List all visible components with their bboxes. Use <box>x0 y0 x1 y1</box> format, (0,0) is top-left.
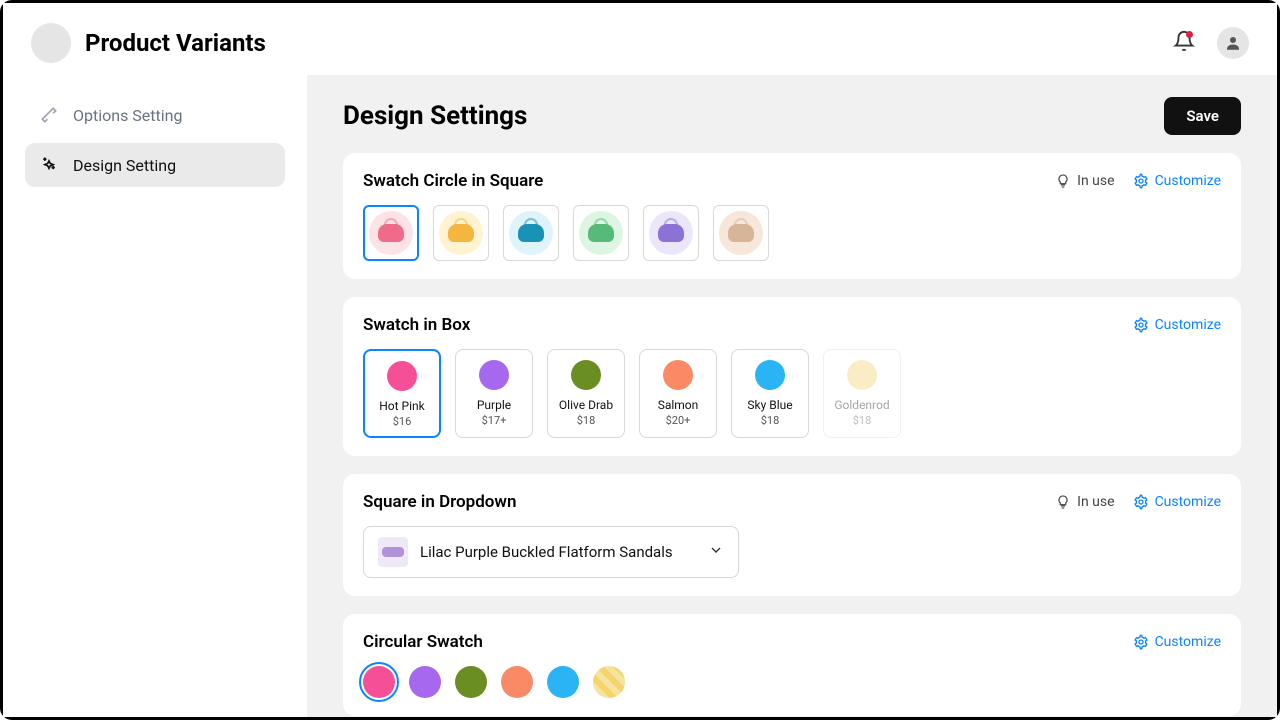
swatch-box[interactable]: Sky Blue $18 <box>731 349 809 438</box>
customize-link[interactable]: Customize <box>1133 494 1221 510</box>
sidebar-item-label: Options Setting <box>73 106 182 125</box>
swatch-tile[interactable] <box>503 205 559 261</box>
circular-swatch[interactable] <box>547 666 579 698</box>
user-icon <box>1224 34 1242 52</box>
circular-swatch[interactable] <box>593 666 625 698</box>
swatch-name: Hot Pink <box>379 399 425 413</box>
swatch-tile[interactable] <box>713 205 769 261</box>
swatch-box[interactable]: Olive Drab $18 <box>547 349 625 438</box>
save-button[interactable]: Save <box>1164 97 1241 135</box>
gear-icon <box>1133 494 1149 510</box>
topbar-actions <box>1173 27 1249 59</box>
section-title: Square in Dropdown <box>363 492 516 512</box>
dropdown-selected: Lilac Purple Buckled Flatform Sandals <box>420 543 673 561</box>
customize-link[interactable]: Customize <box>1133 173 1221 189</box>
in-use-indicator: In use <box>1055 494 1114 510</box>
swatch-price: $17+ <box>482 414 507 427</box>
brand-logo <box>31 23 71 63</box>
swatch-price: $18 <box>577 414 596 427</box>
color-dot <box>755 360 785 390</box>
swatch-box[interactable]: Salmon $20+ <box>639 349 717 438</box>
section-swatch-circle-square: Swatch Circle in Square In use Customize <box>343 153 1241 279</box>
swatch-name: Sky Blue <box>747 398 792 412</box>
swatch-price: $18 <box>853 414 872 427</box>
swatch-tile[interactable] <box>643 205 699 261</box>
gear-icon <box>1133 317 1149 333</box>
top-bar: Product Variants <box>3 3 1277 75</box>
swatch-price: $18 <box>761 414 780 427</box>
sidebar: Options Setting Design Setting <box>3 75 307 717</box>
notifications-button[interactable] <box>1173 30 1195 56</box>
section-title: Swatch Circle in Square <box>363 171 543 191</box>
dropdown-thumbnail <box>378 537 408 567</box>
swatch-box[interactable]: Goldenrod $18 <box>823 349 901 438</box>
sidebar-item-design-setting[interactable]: Design Setting <box>25 143 285 187</box>
gear-icon <box>1133 173 1149 189</box>
circular-swatch[interactable] <box>455 666 487 698</box>
sparkles-icon <box>39 155 59 175</box>
color-dot <box>571 360 601 390</box>
circular-swatch[interactable] <box>409 666 441 698</box>
section-circular-swatch: Circular Swatch Customize <box>343 614 1241 716</box>
swatch-name: Purple <box>477 398 511 412</box>
swatch-name: Olive Drab <box>559 398 613 412</box>
section-title: Circular Swatch <box>363 632 483 652</box>
customize-link[interactable]: Customize <box>1133 634 1221 650</box>
customize-link[interactable]: Customize <box>1133 317 1221 333</box>
circular-swatch[interactable] <box>363 666 395 698</box>
color-dot <box>847 360 877 390</box>
swatch-name: Goldenrod <box>834 398 889 412</box>
variant-dropdown[interactable]: Lilac Purple Buckled Flatform Sandals <box>363 526 739 578</box>
notification-badge <box>1186 31 1193 38</box>
page-header: Design Settings Save <box>343 97 1241 135</box>
page-title: Design Settings <box>343 101 527 131</box>
gear-icon <box>1133 634 1149 650</box>
color-dot <box>387 361 417 391</box>
swatch-box[interactable]: Purple $17+ <box>455 349 533 438</box>
lightbulb-icon <box>1055 494 1071 510</box>
chevron-down-icon <box>708 542 724 562</box>
main-content: Design Settings Save Swatch Circle in Sq… <box>307 75 1277 717</box>
section-title: Swatch in Box <box>363 315 470 335</box>
lightbulb-icon <box>1055 173 1071 189</box>
swatch-box[interactable]: Hot Pink $16 <box>363 349 441 438</box>
swatch-tile[interactable] <box>433 205 489 261</box>
brand-title: Product Variants <box>85 29 266 57</box>
sidebar-item-options-setting[interactable]: Options Setting <box>25 93 285 137</box>
swatch-tile[interactable] <box>363 205 419 261</box>
user-avatar[interactable] <box>1217 27 1249 59</box>
color-dot <box>663 360 693 390</box>
sidebar-item-label: Design Setting <box>73 156 176 175</box>
section-swatch-box: Swatch in Box Customize Hot Pink $16 Purpl… <box>343 297 1241 456</box>
circular-swatch[interactable] <box>501 666 533 698</box>
in-use-indicator: In use <box>1055 173 1114 189</box>
swatch-name: Salmon <box>658 398 699 412</box>
color-dot <box>479 360 509 390</box>
section-square-dropdown: Square in Dropdown In use Customize Lila… <box>343 474 1241 596</box>
wrench-icon <box>39 105 59 125</box>
brand: Product Variants <box>31 23 266 63</box>
swatch-price: $20+ <box>666 414 691 427</box>
swatch-price: $16 <box>393 415 412 428</box>
swatch-tile[interactable] <box>573 205 629 261</box>
